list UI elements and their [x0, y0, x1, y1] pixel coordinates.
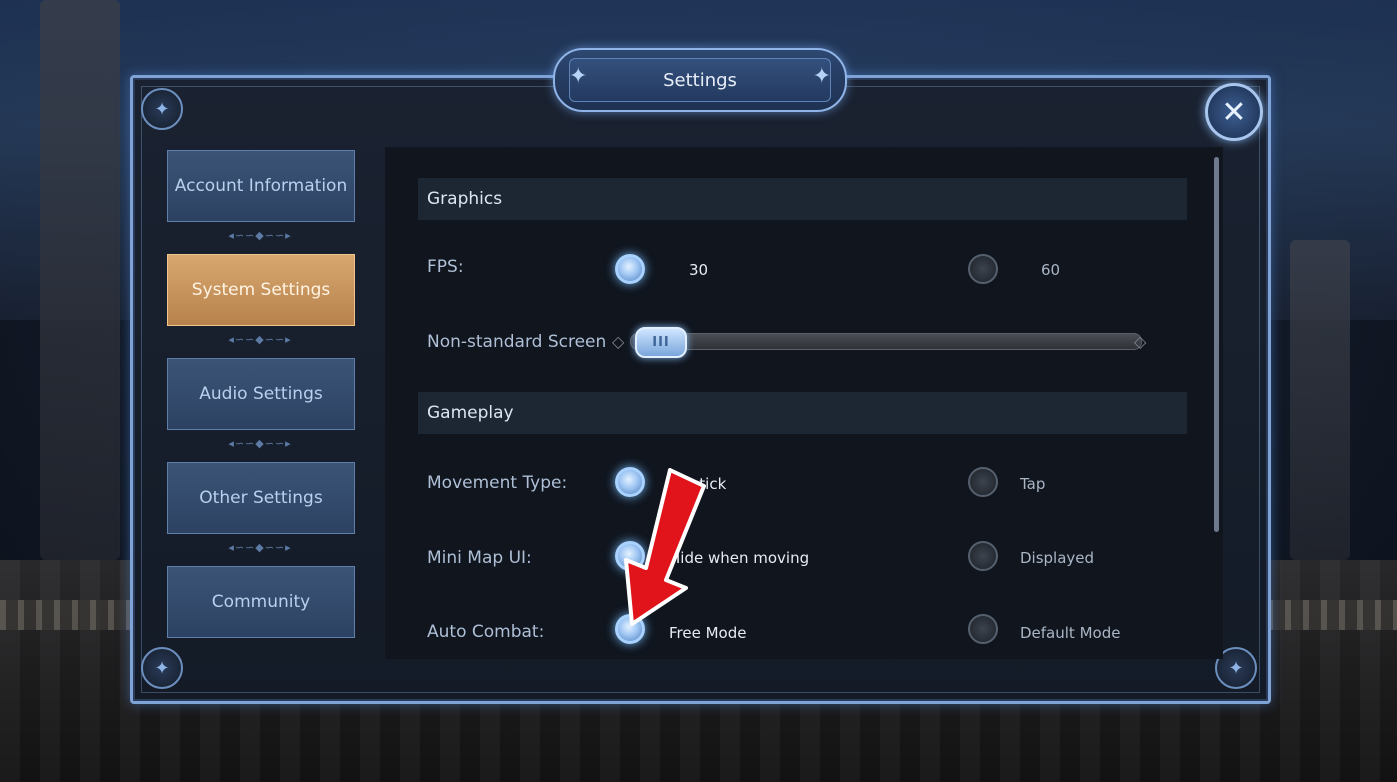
sidebar-divider: ◂∽∽◆∽∽▸ — [228, 437, 292, 450]
sidebar-divider: ◂∽∽◆∽∽▸ — [228, 229, 292, 242]
close-button[interactable]: ✕ — [1205, 83, 1263, 141]
sidebar-item-other-settings[interactable]: Other Settings — [167, 462, 355, 534]
background-railing — [1267, 600, 1397, 630]
movement-joystick-radio[interactable] — [615, 467, 645, 497]
slider-right-end-icon: ◇ — [1134, 332, 1147, 351]
slider-thumb[interactable]: III — [635, 327, 687, 358]
sidebar-item-system-settings[interactable]: System Settings — [167, 254, 355, 326]
section-header-graphics: Graphics — [418, 178, 1187, 220]
non-standard-screen-slider[interactable] — [630, 333, 1142, 350]
movement-joystick-option-label: Joystick — [669, 475, 727, 493]
fps-30-option-label: 30 — [689, 261, 709, 279]
background-railing — [0, 600, 130, 630]
autocombat-free-option-label: Free Mode — [669, 624, 747, 642]
sidebar-item-label: System Settings — [191, 280, 331, 300]
sidebar-item-community[interactable]: Community — [167, 566, 355, 638]
minimap-hide-radio[interactable] — [615, 541, 645, 571]
section-header-gameplay: Gameplay — [418, 392, 1187, 434]
star-ornament-icon: ✦ — [569, 64, 588, 89]
autocombat-free-radio[interactable] — [615, 614, 645, 644]
sidebar-item-label: Audio Settings — [199, 384, 323, 404]
sidebar-item-label: Other Settings — [199, 488, 323, 508]
sidebar-item-account-information[interactable]: Account Information — [167, 150, 355, 222]
fps-30-radio[interactable] — [615, 254, 645, 284]
movement-tap-radio[interactable] — [968, 467, 998, 497]
movement-tap-option-label: Tap — [1020, 475, 1046, 493]
background-pillar — [40, 0, 120, 560]
mini-map-ui-label: Mini Map UI: — [427, 548, 532, 568]
dialog-title: Settings — [663, 69, 737, 91]
sidebar-divider: ◂∽∽◆∽∽▸ — [228, 333, 292, 346]
minimap-displayed-radio[interactable] — [968, 541, 998, 571]
auto-combat-label: Auto Combat: — [427, 622, 545, 642]
autocombat-default-radio[interactable] — [968, 614, 998, 644]
minimap-displayed-option-label: Displayed — [1020, 549, 1095, 567]
sidebar-item-label: Account Information — [174, 176, 348, 196]
minimap-hide-option-label: Hide when moving — [669, 549, 810, 567]
corner-ornament-icon: ✦ — [141, 88, 183, 130]
star-ornament-icon: ✦ — [812, 64, 831, 89]
corner-ornament-icon: ✦ — [141, 647, 183, 689]
non-standard-screen-label: Non-standard Screen — [427, 332, 607, 352]
fps-label: FPS: — [427, 257, 464, 277]
fps-60-radio[interactable] — [968, 254, 998, 284]
background-pillar — [1290, 240, 1350, 560]
sidebar-item-label: Community — [211, 592, 311, 612]
slider-left-end-icon: ◇ — [612, 332, 625, 351]
fps-60-option-label: 60 — [1041, 261, 1061, 279]
title-banner: ✦ ✦ Settings — [553, 48, 847, 112]
slider-grip-icon: III — [652, 335, 670, 350]
sidebar-divider: ◂∽∽◆∽∽▸ — [228, 541, 292, 554]
close-icon: ✕ — [1221, 94, 1247, 130]
movement-type-label: Movement Type: — [427, 473, 568, 493]
autocombat-default-option-label: Default Mode — [1020, 624, 1121, 642]
sidebar-item-audio-settings[interactable]: Audio Settings — [167, 358, 355, 430]
content-scrollbar[interactable] — [1214, 157, 1219, 532]
